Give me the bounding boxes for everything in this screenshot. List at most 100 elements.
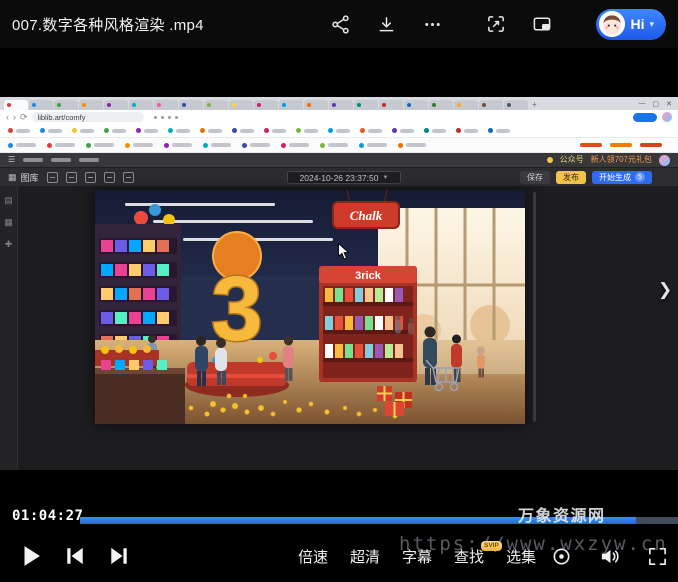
generated-image: Chalk 3rick (95, 190, 525, 424)
browser-tab (479, 100, 503, 110)
address-bar: liblib.art/comfy (32, 112, 144, 122)
hanging-sign-text: Chalk (350, 208, 383, 223)
bookmark-item (136, 128, 158, 133)
grid-icon: ▦ (8, 173, 17, 182)
reload-icon: ⟳ (20, 113, 28, 122)
speed-button[interactable]: 倍速 (298, 546, 328, 567)
bookmark-item (86, 143, 114, 148)
fullscreen-icon[interactable] (646, 545, 668, 567)
site-avatar (659, 155, 670, 166)
file-icon (47, 172, 58, 183)
bookmark-item (203, 143, 231, 148)
download-icon[interactable] (374, 12, 398, 36)
bookmark-item (360, 128, 382, 133)
video-player-window: 007.数字各种风格渲染 .mp4 Hi ▾ (0, 0, 678, 582)
browser-tab (379, 100, 403, 110)
menu-icon: ☰ (8, 156, 15, 164)
bookmark-item (488, 128, 510, 133)
history-date-dropdown: 2024-10-26 23:37:50 ▼ (287, 171, 401, 184)
bookmark-item (104, 128, 126, 133)
nav-item (79, 158, 99, 162)
bookmark-item (8, 143, 36, 148)
toolbar-buttons: 保存 发布 开始生成 5 (520, 171, 652, 184)
mini-window-icon[interactable] (530, 12, 554, 36)
episodes-button[interactable]: 选集 (506, 546, 536, 567)
new-tab-icon: + (532, 100, 537, 110)
gondola-shelf: 3rick (319, 266, 417, 382)
site-navbar-right: 公众号 新人领707元礼包 (547, 155, 670, 166)
bookmark-item (72, 128, 94, 133)
bookmark-item (40, 128, 62, 133)
bookmark-item (200, 128, 222, 133)
player-controls: 倍速 超清 字幕 查找 选集 (0, 530, 678, 582)
folder-icon (66, 172, 77, 183)
subtitle-button[interactable]: 字幕 (402, 546, 432, 567)
generate-count-badge: 5 (635, 172, 645, 182)
add-icon: ✚ (5, 240, 13, 249)
bookmark-item (125, 143, 153, 148)
panel-chevron-icon: ❯ (658, 280, 672, 300)
browser-avatar (662, 112, 672, 122)
browser-tab (279, 100, 303, 110)
nav-item (23, 158, 43, 162)
play-button[interactable] (20, 545, 42, 567)
browser-tab (229, 100, 253, 110)
bookmark-item (264, 128, 286, 133)
layers-icon: ▦ (4, 218, 13, 227)
recorded-browser-address-row: ‹ › ⟳ liblib.art/comfy (0, 110, 678, 124)
forward-icon: › (13, 113, 16, 122)
chevron-down-icon: ▾ (649, 19, 654, 30)
export-icon (104, 172, 115, 183)
recorded-app-toolbar: ▦ 图库 2024-10-26 23:37:50 ▼ 保存 发布 开始生成 5 (0, 167, 678, 186)
player-right-controls (550, 530, 668, 582)
hi-label: Hi (630, 16, 644, 32)
app-left-sidebar: ▤ ▦ ✚ (0, 186, 18, 470)
video-frame[interactable]: + —▢✕ ‹ › ⟳ liblib.art/comfy ☰ 公众号 (0, 97, 678, 470)
account-hi-button[interactable]: Hi ▾ (596, 9, 666, 40)
video-title: 007.数字各种风格渲染 .mp4 (12, 14, 204, 35)
browser-tab (354, 100, 378, 110)
next-button[interactable] (108, 545, 130, 567)
quality-button[interactable]: 超清 (350, 546, 380, 567)
bookmark-item (296, 128, 318, 133)
shelf-sign-text: 3rick (355, 270, 382, 282)
bookmark-item (456, 128, 478, 133)
save-button: 保存 (520, 171, 550, 184)
browser-tab (454, 100, 478, 110)
bookmark-item (392, 128, 414, 133)
progress-bar[interactable] (80, 517, 678, 524)
promo-label: 新人领707元礼包 (591, 156, 652, 164)
window-controls: —▢✕ (639, 97, 678, 110)
browser-tab (404, 100, 428, 110)
svip-badge: SVIP (481, 541, 502, 551)
browser-tab (129, 100, 153, 110)
official-account-label: 公众号 (560, 156, 584, 164)
browser-tab (304, 100, 328, 110)
more-options-icon[interactable] (420, 12, 444, 36)
bookmark-items (8, 143, 426, 148)
caret-down-icon: ▼ (382, 175, 388, 181)
library-group: ▦ 图库 (8, 171, 39, 184)
datetime-label: 2024-10-26 23:37:50 (300, 173, 379, 183)
previous-button[interactable] (64, 545, 86, 567)
bookmark-item (232, 128, 254, 133)
browser-profile-area (633, 112, 672, 122)
browser-blue-button (633, 113, 657, 122)
bookmark-item (47, 143, 75, 148)
screenshot-icon[interactable] (484, 12, 508, 36)
library-label: 图库 (21, 171, 39, 184)
avatar (599, 11, 625, 37)
recorded-bookmarks-row-2 (0, 138, 678, 153)
preview-eye-icon[interactable] (550, 545, 572, 567)
browser-tab (329, 100, 353, 110)
search-button[interactable]: 查找 (454, 546, 484, 567)
bookmark-item (398, 143, 426, 148)
player-text-buttons: 倍速 超清 字幕 查找 选集 (298, 530, 536, 582)
topbar-actions: Hi ▾ (328, 9, 666, 40)
share-icon[interactable] (328, 12, 352, 36)
bookmark-item (281, 143, 309, 148)
volume-icon[interactable] (598, 545, 620, 567)
recorded-bookmarks-row (0, 124, 678, 138)
bookmark-item (359, 143, 387, 148)
browser-tab (29, 100, 53, 110)
